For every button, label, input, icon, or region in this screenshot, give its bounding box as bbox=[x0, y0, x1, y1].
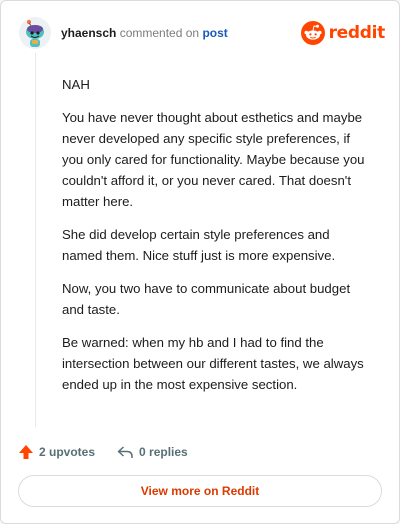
upvote-button[interactable]: 2 upvotes bbox=[18, 444, 95, 460]
post-link[interactable]: post bbox=[202, 26, 227, 40]
upvote-arrow-icon bbox=[19, 445, 33, 459]
snoo-avatar-icon bbox=[19, 17, 51, 49]
comment-paragraph: Be warned: when my hb and I had to find … bbox=[62, 335, 364, 392]
reddit-wordmark: reddit bbox=[328, 23, 386, 43]
comment-paragraph: Now, you two have to communicate about b… bbox=[62, 281, 351, 317]
comment-header: yhaensch commented on post reddit bbox=[19, 15, 385, 51]
comment-paragraph: She did develop certain style preference… bbox=[62, 227, 336, 263]
comment-actions: 2 upvotes 0 replies bbox=[18, 441, 188, 463]
comment-paragraph: NAH bbox=[62, 77, 90, 92]
author-line: yhaensch commented on post bbox=[61, 25, 228, 41]
reddit-brand[interactable]: reddit bbox=[300, 21, 386, 45]
view-more-button[interactable]: View more on Reddit bbox=[18, 475, 382, 507]
author-name[interactable]: yhaensch bbox=[61, 26, 116, 40]
thread-line bbox=[35, 53, 36, 427]
reply-button[interactable]: 0 replies bbox=[117, 444, 188, 460]
reddit-logo-icon bbox=[300, 21, 325, 45]
comment-body: NAH You have never thought about estheti… bbox=[62, 74, 372, 407]
comment-embed-card: yhaensch commented on post reddit NAH Yo… bbox=[0, 0, 400, 524]
avatar[interactable] bbox=[19, 17, 51, 49]
comment-paragraph: You have never thought about esthetics a… bbox=[62, 110, 365, 209]
reply-arrow-icon bbox=[117, 446, 133, 458]
commented-on-text: commented on bbox=[119, 26, 200, 40]
upvote-count: 2 upvotes bbox=[39, 445, 96, 459]
reply-count: 0 replies bbox=[139, 445, 188, 459]
